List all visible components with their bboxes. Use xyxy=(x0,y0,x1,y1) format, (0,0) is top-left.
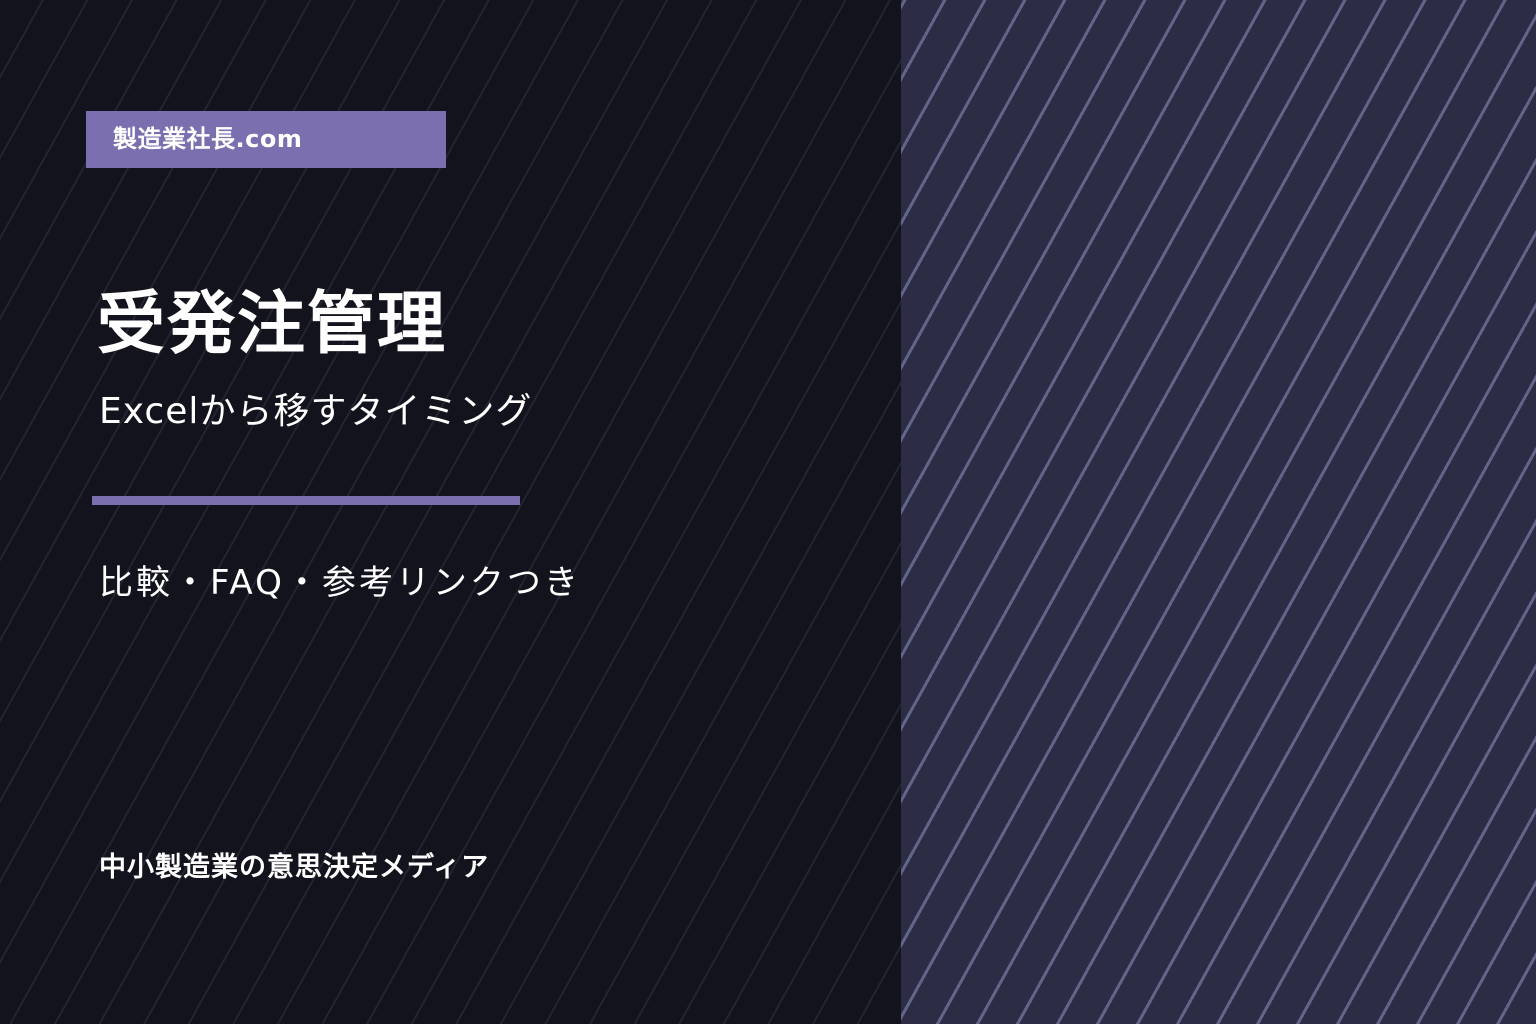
media-tagline: 中小製造業の意思決定メディア xyxy=(99,852,490,883)
page-subtitle: Excelから移すタイミング xyxy=(99,391,533,432)
brand-label: 製造業社長.com xyxy=(113,125,303,153)
page-title: 受発注管理 xyxy=(97,285,448,364)
right-striped-panel xyxy=(901,0,1536,1024)
accent-divider xyxy=(92,496,520,505)
brand-badge: 製造業社長.com xyxy=(86,111,446,168)
features-line: 比較・FAQ・参考リンクつき xyxy=(99,563,581,603)
left-panel: 製造業社長.com 受発注管理 Excelから移すタイミング 比較・FAQ・参考… xyxy=(0,0,901,1024)
